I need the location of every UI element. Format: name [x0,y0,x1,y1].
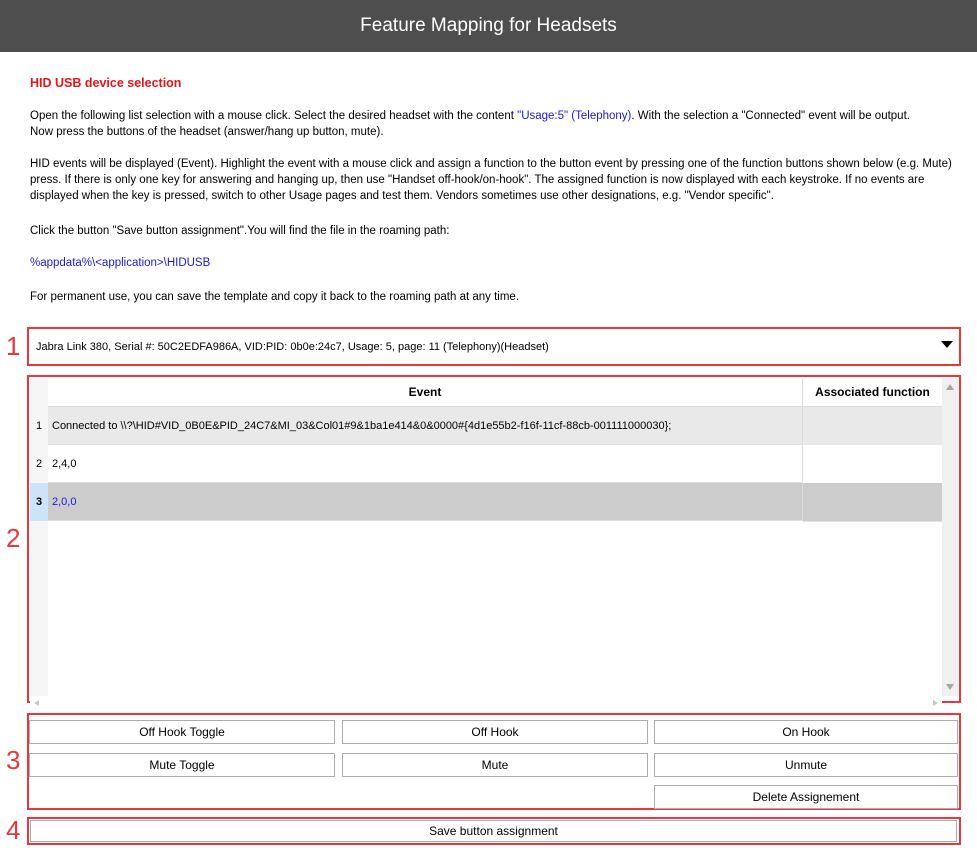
save-assignment-button[interactable]: Save button assignment [30,820,957,842]
event-cell[interactable]: 2,4,0 [48,445,803,483]
row-number[interactable]: 1 [30,407,48,445]
annotation-marker-2: 2 [6,523,21,553]
roaming-path: %appdata%\<application>\HIDUSB [30,257,211,269]
row-number[interactable]: 3 [30,483,48,521]
device-select-value: Jabra Link 380, Serial #: 50C2EDFA986A, … [36,341,549,353]
event-cell[interactable]: Connected to \\?\HID#VID_0B0E&PID_24C7&M… [48,407,803,445]
usage-telephony-text: "Usage:5" (Telephony) [517,110,632,122]
mute-toggle-button[interactable]: Mute Toggle [29,753,335,777]
window-title: Feature Mapping for Headsets [0,0,977,52]
dropdown-arrow-icon[interactable] [941,341,953,348]
off-hook-toggle-button[interactable]: Off Hook Toggle [29,720,335,744]
instructions-paragraph-3: Click the button "Save button assignment… [30,225,450,237]
section-heading: HID USB device selection [30,76,182,90]
annotation-marker-3: 3 [6,745,21,775]
function-cell[interactable] [803,483,942,522]
p1-text-b: . With the selection a "Connected" event… [631,110,910,122]
scroll-left-icon[interactable] [34,700,39,706]
horizontal-scrollbar[interactable] [30,696,942,710]
instructions-paragraph-4: For permanent use, you can save the temp… [30,291,520,303]
column-header-event[interactable]: Event [48,378,803,407]
scroll-right-icon[interactable] [933,700,938,706]
p1-text-c: Now press the buttons of the headset (an… [30,126,384,138]
scroll-up-icon[interactable] [946,384,954,390]
off-hook-button[interactable]: Off Hook [342,720,648,744]
table-row-selected[interactable]: 2,0,0 [48,483,942,522]
column-header-function[interactable]: Associated function [803,378,942,407]
instructions-paragraph-1: Open the following list selection with a… [30,108,965,140]
device-select-dropdown[interactable]: Jabra Link 380, Serial #: 50C2EDFA986A, … [30,333,957,361]
annotation-marker-4: 4 [6,815,21,845]
p1-text-a: Open the following list selection with a… [30,110,518,122]
grid-body: Event Associated function Connected to \… [48,378,942,696]
function-cell[interactable] [803,407,942,446]
mute-button[interactable]: Mute [342,753,648,777]
function-cell[interactable] [803,445,942,484]
unmute-button[interactable]: Unmute [654,753,958,777]
scroll-down-icon[interactable] [946,684,954,690]
event-cell[interactable]: 2,0,0 [48,483,803,521]
vertical-scrollbar[interactable] [942,378,958,696]
annotation-marker-1: 1 [6,331,21,361]
events-grid[interactable]: 1 2 3 Event Associated function Connecte… [30,378,942,696]
row-number[interactable]: 2 [30,445,48,483]
table-row[interactable]: 2,4,0 [48,445,942,484]
row-number-column: 1 2 3 [30,378,48,696]
delete-assignment-button[interactable]: Delete Assignement [654,785,958,809]
on-hook-button[interactable]: On Hook [654,720,958,744]
table-row[interactable]: Connected to \\?\HID#VID_0B0E&PID_24C7&M… [48,407,942,446]
instructions-paragraph-2: HID events will be displayed (Event). Hi… [30,158,952,202]
